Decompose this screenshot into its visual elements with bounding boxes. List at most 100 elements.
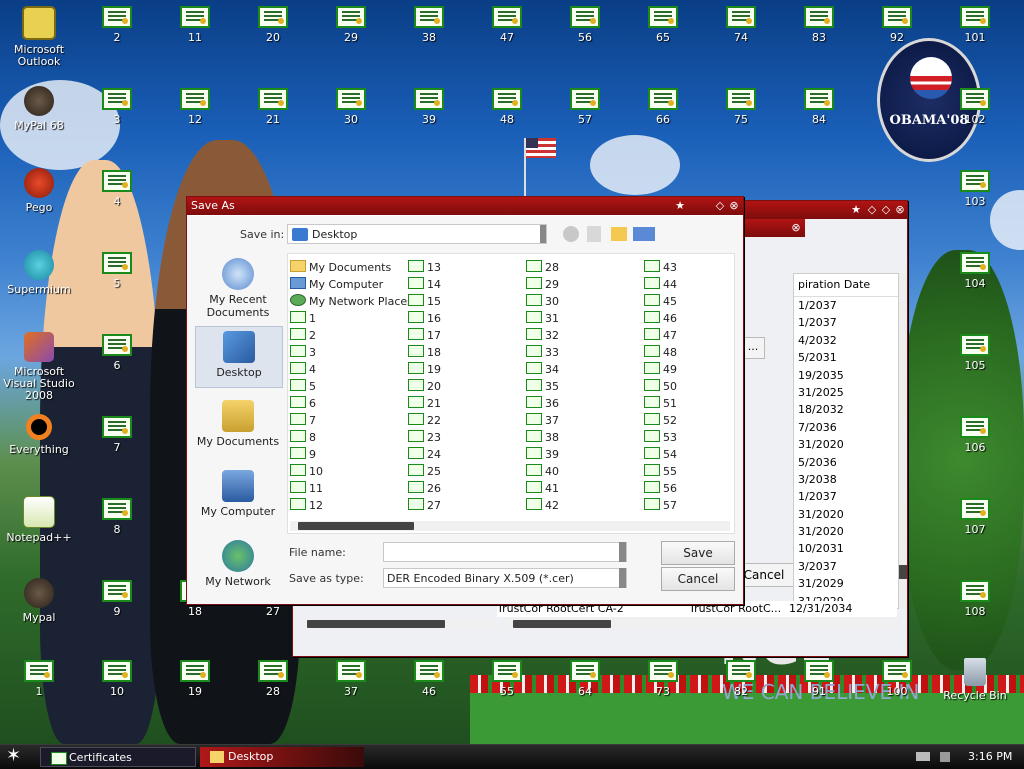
file-list-item[interactable]: 28 (526, 259, 559, 276)
file-name-input[interactable] (383, 542, 627, 562)
minimize-icon[interactable]: ◇ (865, 203, 879, 217)
star-icon[interactable]: ★ (849, 203, 863, 217)
file-list-item[interactable]: 15 (408, 293, 441, 310)
file-list-item[interactable]: 4 (290, 361, 413, 378)
desktop-cert-icon[interactable]: 6 (78, 334, 156, 372)
back-hscroll-right[interactable] (505, 619, 895, 629)
star-icon[interactable]: ★ (673, 199, 687, 213)
desktop-cert-icon[interactable]: 73 (624, 660, 702, 698)
desktop-cert-icon[interactable]: 104 (936, 252, 1014, 290)
desktop-cert-icon[interactable]: 20 (234, 6, 312, 44)
file-list-item[interactable]: 5 (290, 378, 413, 395)
file-list-item[interactable]: 33 (526, 344, 559, 361)
desktop-icon-mypal[interactable]: Mypal (0, 578, 78, 624)
file-list-item[interactable]: 48 (644, 344, 677, 361)
volume-icon[interactable] (940, 752, 950, 762)
certificate-list[interactable]: piration Date 1/2037 1/2037 4/2032 5/2031 19… (793, 273, 899, 609)
desktop-cert-icon[interactable]: 12 (156, 88, 234, 126)
close-icon[interactable]: ⊗ (893, 203, 907, 217)
file-list-item[interactable]: My Computer (290, 276, 413, 293)
desktop-cert-icon[interactable]: 82 (702, 660, 780, 698)
place-my-network[interactable]: My Network (195, 540, 281, 588)
task-desktop[interactable]: Desktop (200, 747, 364, 767)
file-list-item[interactable]: 2 (290, 327, 413, 344)
desktop-cert-icon[interactable]: 29 (312, 6, 390, 44)
desktop-cert-icon[interactable]: 74 (702, 6, 780, 44)
file-list-item[interactable]: 1 (290, 310, 413, 327)
back-vscroll[interactable] (899, 273, 907, 607)
file-list-item[interactable]: 30 (526, 293, 559, 310)
desktop-cert-icon[interactable]: 102 (936, 88, 1014, 126)
browse-button[interactable]: ... (741, 337, 765, 359)
desktop-cert-icon[interactable]: 108 (936, 580, 1014, 618)
desktop-cert-icon[interactable]: 106 (936, 416, 1014, 454)
desktop-cert-icon[interactable]: 56 (546, 6, 624, 44)
file-list-item[interactable]: 13 (408, 259, 441, 276)
desktop-icon-visual-studio[interactable]: Microsoft Visual Studio 2008 (0, 332, 78, 402)
place-recent-documents[interactable]: My Recent Documents (195, 258, 281, 319)
file-list-item[interactable]: 24 (408, 446, 441, 463)
file-list-item[interactable]: 45 (644, 293, 677, 310)
file-list-item[interactable]: My Documents (290, 259, 413, 276)
file-list-item[interactable]: 12 (290, 497, 413, 514)
desktop-cert-icon[interactable]: 28 (234, 660, 312, 698)
desktop-cert-icon[interactable]: 92 (858, 6, 936, 44)
desktop-cert-icon[interactable]: 30 (312, 88, 390, 126)
file-list-item[interactable]: 37 (526, 412, 559, 429)
file-list-item[interactable]: 53 (644, 429, 677, 446)
up-folder-icon[interactable] (587, 226, 601, 242)
file-list-item[interactable]: 20 (408, 378, 441, 395)
file-list-item[interactable]: 22 (408, 412, 441, 429)
file-list[interactable]: My Documents My Computer My Network Places… (287, 253, 735, 534)
save-as-dialog[interactable]: Save As ★ ◇ ⊗ Save in: Desktop My Recent… (186, 196, 744, 605)
file-list-item[interactable]: 56 (644, 480, 677, 497)
file-list-item[interactable]: 21 (408, 395, 441, 412)
desktop-icon-notepadpp[interactable]: Notepad++ (0, 496, 78, 544)
desktop-cert-icon[interactable]: 105 (936, 334, 1014, 372)
desktop-cert-icon[interactable]: 37 (312, 660, 390, 698)
file-list-item[interactable]: 9 (290, 446, 413, 463)
desktop-cert-icon[interactable]: 66 (624, 88, 702, 126)
file-list-item[interactable]: 32 (526, 327, 559, 344)
file-list-item[interactable]: 16 (408, 310, 441, 327)
desktop-cert-icon[interactable]: 101 (936, 6, 1014, 44)
desktop-icon-mypal68[interactable]: MyPal 68 (0, 86, 78, 132)
file-list-item[interactable]: 42 (526, 497, 559, 514)
file-list-item[interactable]: 47 (644, 327, 677, 344)
desktop-cert-icon[interactable]: 38 (390, 6, 468, 44)
file-list-item[interactable]: 27 (408, 497, 441, 514)
place-desktop[interactable]: Desktop (195, 326, 283, 388)
desktop-icon-pego[interactable]: Pego (0, 168, 78, 214)
chevron-down-icon[interactable] (619, 542, 626, 562)
desktop-cert-icon[interactable]: 57 (546, 88, 624, 126)
file-list-item[interactable]: 34 (526, 361, 559, 378)
desktop-cert-icon[interactable]: 48 (468, 88, 546, 126)
scroll-thumb[interactable] (513, 620, 611, 628)
file-list-item[interactable]: 26 (408, 480, 441, 497)
back-vscroll-thumb[interactable] (899, 565, 907, 579)
file-list-item[interactable]: 38 (526, 429, 559, 446)
save-as-type-select[interactable]: DER Encoded Binary X.509 (*.cer) (383, 568, 627, 588)
desktop-cert-icon[interactable]: 11 (156, 6, 234, 44)
file-list-item[interactable]: 52 (644, 412, 677, 429)
desktop-cert-icon[interactable]: 83 (780, 6, 858, 44)
file-list-item[interactable]: 25 (408, 463, 441, 480)
desktop-cert-icon[interactable]: 5 (78, 252, 156, 290)
desktop-cert-icon[interactable]: 10 (78, 660, 156, 698)
desktop-cert-icon[interactable]: 7 (78, 416, 156, 454)
file-list-item[interactable]: 43 (644, 259, 677, 276)
file-list-item[interactable]: 3 (290, 344, 413, 361)
desktop-icon-recycle-bin[interactable]: Recycle Bin (936, 658, 1014, 702)
file-list-item[interactable]: 39 (526, 446, 559, 463)
chevron-down-icon[interactable] (619, 568, 626, 588)
file-list-item[interactable]: 36 (526, 395, 559, 412)
desktop-cert-icon[interactable]: 8 (78, 498, 156, 536)
file-list-item[interactable]: 29 (526, 276, 559, 293)
desktop-cert-icon[interactable]: 46 (390, 660, 468, 698)
desktop-cert-icon[interactable]: 64 (546, 660, 624, 698)
desktop-cert-icon[interactable]: 2 (78, 6, 156, 44)
desktop-cert-icon[interactable]: 39 (390, 88, 468, 126)
back-hscroll-left[interactable] (305, 619, 495, 629)
file-list-item[interactable]: 14 (408, 276, 441, 293)
file-list-item[interactable]: 10 (290, 463, 413, 480)
